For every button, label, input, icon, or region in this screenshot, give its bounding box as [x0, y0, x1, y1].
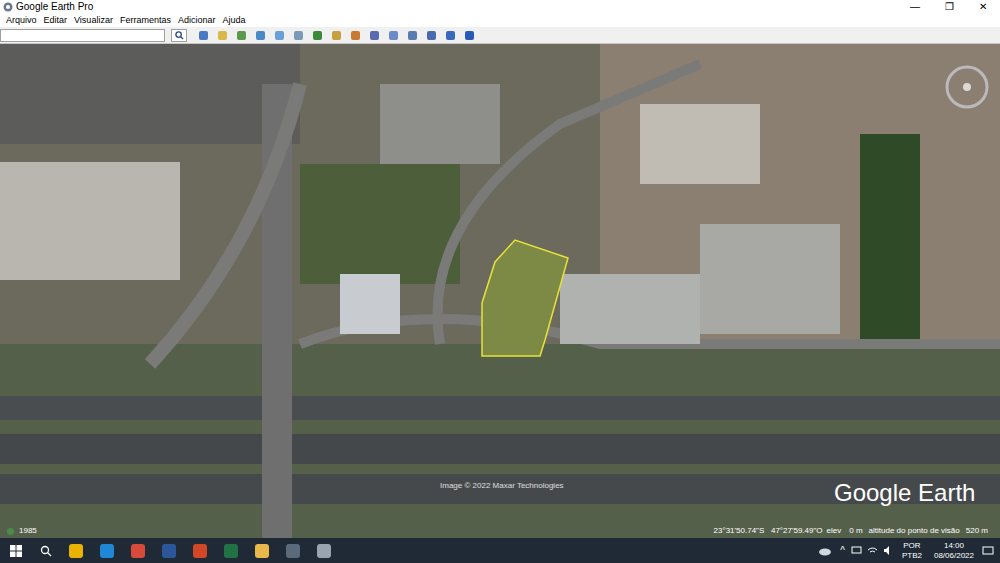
menu-item[interactable]: Adicionar — [178, 16, 216, 25]
historical-imagery-icon[interactable] — [6, 527, 15, 536]
tool-icon — [312, 30, 323, 41]
toolbar-button[interactable] — [368, 29, 381, 41]
eye-altitude: 520 m — [966, 527, 988, 535]
elevation-label: elev — [827, 527, 842, 535]
toolbar-button[interactable] — [330, 29, 343, 41]
map-status-bar: 1985 23°31'50.74"S 47°27'59.49"O elev 0 m al… — [0, 524, 1000, 538]
app-icon — [130, 543, 146, 559]
tool-icon — [369, 30, 380, 41]
tool-icon — [293, 30, 304, 41]
tool-icon — [464, 30, 475, 41]
taskbar-app[interactable] — [277, 538, 308, 563]
wifi-icon[interactable] — [867, 545, 878, 556]
app-icon — [254, 543, 270, 559]
toolbar — [0, 27, 1000, 44]
clock[interactable]: 14:0008/06/2022 — [934, 541, 974, 561]
app-icon — [285, 543, 301, 559]
taskbar-app[interactable] — [215, 538, 246, 563]
toolbar-button[interactable] — [235, 29, 248, 41]
start-button[interactable] — [0, 538, 32, 563]
notification-icon[interactable] — [982, 545, 994, 557]
menu-item[interactable]: Visualizar — [74, 16, 113, 25]
satellite-imagery[interactable] — [0, 44, 1000, 538]
weather-cloud-icon[interactable] — [818, 546, 832, 556]
time: 14:00 — [944, 541, 964, 551]
app-icon — [223, 543, 239, 559]
toolbar-button[interactable] — [387, 29, 400, 41]
selected-lot-polygon[interactable] — [482, 240, 568, 356]
window-title: Google Earth Pro — [16, 2, 93, 12]
menu-bar: Arquivo Editar Visualizar Ferramentas Adicio… — [0, 14, 1000, 27]
app-logo-icon — [3, 2, 13, 12]
menu-item[interactable]: Ajuda — [222, 16, 245, 25]
toolbar-button[interactable] — [254, 29, 267, 41]
toolbar-button[interactable] — [463, 29, 476, 41]
tool-icon — [350, 30, 361, 41]
taskbar: ^ PORPTB2 14:0008/06/2022 — [0, 538, 1000, 563]
tool-icon — [331, 30, 342, 41]
app-icon — [99, 543, 115, 559]
window-control[interactable]: ❐ — [932, 2, 966, 12]
language-indicator[interactable]: PORPTB2 — [902, 541, 922, 561]
taskbar-app[interactable] — [91, 538, 122, 563]
tool-icon — [198, 30, 209, 41]
taskbar-app[interactable] — [246, 538, 277, 563]
tool-icon — [255, 30, 266, 41]
taskbar-app[interactable] — [153, 538, 184, 563]
toolbar-button[interactable] — [444, 29, 457, 41]
search-button[interactable] — [171, 29, 187, 42]
language: POR — [903, 541, 920, 551]
tool-icon — [426, 30, 437, 41]
magnifier-icon — [175, 31, 184, 40]
taskbar-app[interactable] — [60, 538, 91, 563]
menu-item[interactable]: Ferramentas — [120, 16, 171, 25]
tool-icon — [388, 30, 399, 41]
taskbar-app[interactable] — [184, 538, 215, 563]
toolbar-button[interactable] — [406, 29, 419, 41]
toolbar-button[interactable] — [273, 29, 286, 41]
keyboard-layout: PTB2 — [902, 551, 922, 561]
search-icon — [40, 545, 52, 557]
window-control[interactable]: ✕ — [966, 2, 1000, 12]
screen: Google Earth Pro —❐✕ Arquivo Editar Visualiz… — [0, 0, 1000, 563]
search-button[interactable] — [32, 538, 60, 563]
app-icon — [192, 543, 208, 559]
search-input[interactable] — [0, 29, 165, 42]
toolbar-button[interactable] — [216, 29, 229, 41]
toolbar-button[interactable] — [349, 29, 362, 41]
eye-altitude-label: altitude do ponto de visão — [869, 527, 960, 535]
app-icon — [316, 543, 332, 559]
tool-icon — [407, 30, 418, 41]
imagery-year: 1985 — [19, 527, 37, 535]
elevation: 0 m — [849, 527, 862, 535]
map-view[interactable]: Image © 2022 Maxar Technologies Google Ea… — [0, 44, 1000, 538]
tool-icon — [445, 30, 456, 41]
windows-logo-icon — [10, 545, 22, 557]
coordinates: 23°31'50.74"S 47°27'59.49"O — [714, 527, 823, 535]
toolbar-button[interactable] — [292, 29, 305, 41]
title-bar: Google Earth Pro —❐✕ — [0, 0, 1000, 14]
tool-icon — [236, 30, 247, 41]
menu-item[interactable]: Editar — [44, 16, 68, 25]
tray-overflow-button[interactable]: ^ — [840, 546, 845, 556]
toolbar-button[interactable] — [197, 29, 210, 41]
taskbar-app[interactable] — [122, 538, 153, 563]
window-control[interactable]: — — [898, 2, 932, 12]
navigation-compass-icon[interactable] — [944, 64, 990, 110]
app-icon — [68, 543, 84, 559]
taskbar-app[interactable] — [308, 538, 339, 563]
toolbar-button[interactable] — [425, 29, 438, 41]
tool-icon — [217, 30, 228, 41]
volume-icon[interactable] — [883, 545, 894, 556]
date: 08/06/2022 — [934, 551, 974, 561]
network-icon[interactable] — [851, 545, 862, 556]
google-earth-logo: Google Earth — [834, 481, 975, 505]
tool-icon — [274, 30, 285, 41]
imagery-attribution: Image © 2022 Maxar Technologies — [440, 482, 564, 490]
toolbar-button[interactable] — [311, 29, 324, 41]
app-icon — [161, 543, 177, 559]
menu-item[interactable]: Arquivo — [6, 16, 37, 25]
